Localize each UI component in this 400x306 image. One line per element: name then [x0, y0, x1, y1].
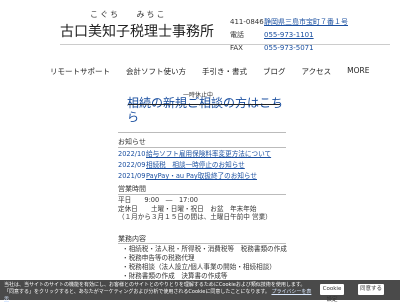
news-item[interactable]: 2022/10 給与ソフト雇用保険料率変更方法について [118, 149, 271, 160]
accept-cookies-button[interactable]: 同意する [358, 284, 384, 295]
divider [118, 243, 286, 244]
main-nav: リモートサポート 会計ソフト使い方 手引き・書式 ブログ アクセス MORE [50, 66, 385, 77]
contact-block: 411-0846 静岡県三島市宝町７番１号 電話 055-973-1101 FA… [230, 16, 348, 55]
divider [118, 132, 286, 133]
news-date: 2022/10 [118, 150, 146, 158]
news-item[interactable]: 2021/09 PayPay・au Pay取扱終了のお知らせ [118, 171, 271, 182]
tel-link[interactable]: 055-973-1101 [264, 29, 314, 42]
news-link[interactable]: 給与ソフト雇用保険料率変更方法について [146, 149, 271, 160]
strike-through-line [128, 104, 280, 105]
inheritance-consultation-link[interactable]: 相続の新規ご相談の方はこちら [127, 96, 287, 124]
nav-guides-forms[interactable]: 手引き・書式 [202, 66, 247, 77]
business-hours: 平日 9:00 ― 17:00 定休日 土曜・日曜・祝日 お盆 年末年始 （１月… [118, 196, 272, 222]
news-item[interactable]: 2022/09 相続税 相談一時停止のお知らせ [118, 160, 271, 171]
news-link[interactable]: 相続税 相談一時停止のお知らせ [146, 160, 245, 171]
hours-line: 定休日 土曜・日曜・祝日 お盆 年末年始 [118, 204, 257, 213]
nav-more[interactable]: MORE [347, 66, 369, 77]
cookie-settings-button[interactable]: Cookie 設定 [320, 284, 344, 303]
news-list: 2022/10 給与ソフト雇用保険料率変更方法について 2022/09 相続税 … [118, 149, 271, 182]
tel-label: 電話 [230, 31, 244, 39]
address-link[interactable]: 静岡県三島市宝町７番１号 [264, 16, 348, 29]
office-name[interactable]: 古口美知子税理士事務所 [60, 21, 214, 41]
postal-code: 411-0846 [230, 18, 264, 26]
nav-accounting-software[interactable]: 会計ソフト使い方 [126, 66, 186, 77]
ruby-left: こぐち [90, 10, 120, 19]
ruby-right: みちこ [136, 10, 167, 19]
header-divider [60, 44, 390, 45]
service-item: ・相続税・法人税・所得税・消費税等 税務書類の作成 [122, 245, 287, 253]
hours-title: 営業時間 [118, 185, 146, 193]
divider [118, 147, 286, 148]
service-item: ・税務相談（法人設立/個人事業の開始・相続相談） [122, 263, 276, 271]
office-name-ruby: こぐち みちこ [90, 9, 179, 20]
news-date: 2022/09 [118, 161, 146, 169]
cookie-banner: 当社は、当サイトのサイトの機能を有効にし、お客様とのサイトとのやりとりを理解する… [0, 280, 400, 303]
services-list: ・相続税・法人税・所得税・消費税等 税務書類の作成 ・税務申告等の税務代理 ・税… [122, 245, 287, 281]
page: こぐち みちこ 古口美知子税理士事務所 411-0846 静岡県三島市宝町７番１… [0, 0, 400, 303]
divider [118, 194, 286, 195]
news-title: お知らせ [118, 138, 146, 146]
service-item: ・税務申告等の税務代理 [122, 254, 195, 262]
cookie-text: 当社は、当サイトのサイトの機能を有効にし、お客様とのサイトとのやりとりを理解する… [4, 282, 306, 295]
nav-access[interactable]: アクセス [302, 66, 332, 77]
nav-blog[interactable]: ブログ [263, 66, 286, 77]
nav-remote-support[interactable]: リモートサポート [50, 66, 110, 77]
news-link[interactable]: PayPay・au Pay取扱終了のお知らせ [146, 171, 257, 182]
hours-line: （１月から３月１５日の間は、土曜日午前中 営業） [118, 213, 272, 221]
news-date: 2021/09 [118, 172, 146, 180]
hours-line: 平日 9:00 ― 17:00 [118, 196, 198, 204]
